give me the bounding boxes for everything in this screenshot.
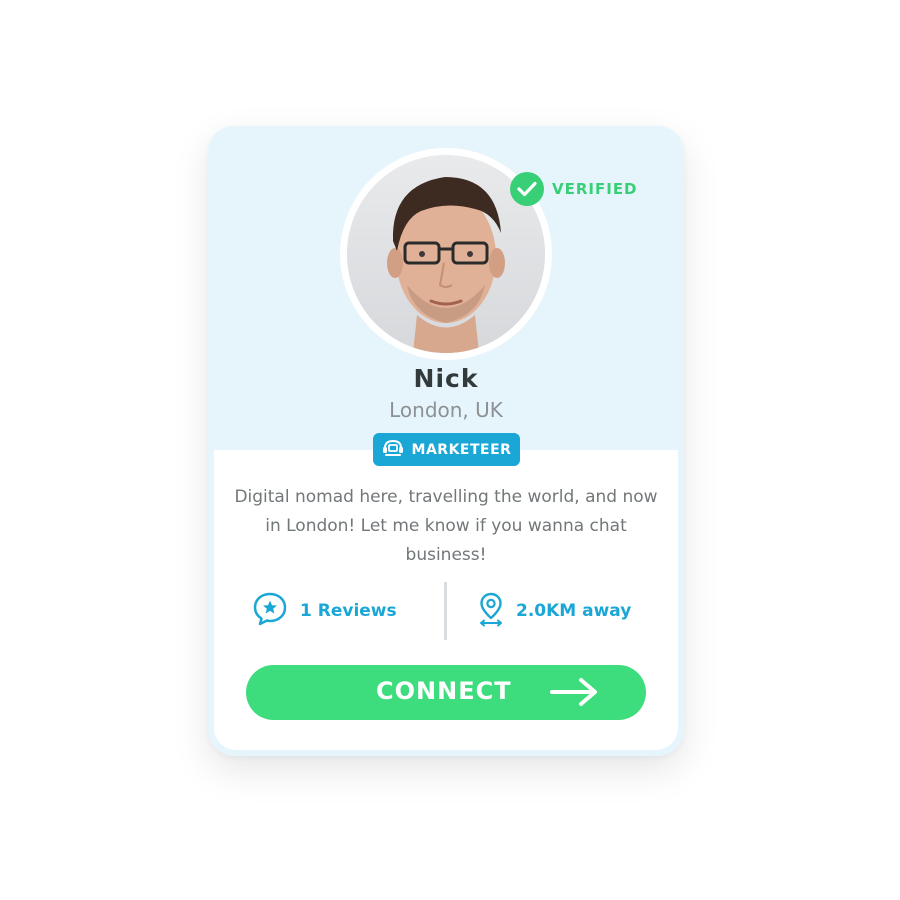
verified-badge: VERIFIED (510, 172, 638, 206)
profile-bio: Digital nomad here, travelling the world… (234, 487, 658, 565)
role-badge-label: MARKETEER (411, 441, 512, 458)
marketeer-icon (382, 439, 404, 461)
reviews-stat[interactable]: 1 Reviews (252, 582, 397, 640)
profile-location: London, UK (389, 398, 503, 422)
verified-label: VERIFIED (552, 180, 638, 198)
connect-button[interactable]: CONNECT (246, 665, 646, 720)
check-circle-icon (510, 172, 544, 206)
stats-row: 1 Reviews 2.0KM away (208, 582, 684, 640)
location-pin-icon (478, 591, 504, 632)
stats-divider (444, 582, 447, 640)
reviews-label: 1 Reviews (300, 601, 397, 621)
chat-star-icon (252, 591, 288, 632)
distance-stat[interactable]: 2.0KM away (478, 582, 631, 640)
distance-label: 2.0KM away (516, 601, 632, 621)
arrow-right-icon (549, 677, 599, 713)
profile-card: VERIFIED Nick London, UK MARKETEER Digit… (208, 126, 684, 756)
connect-label: CONNECT (376, 677, 512, 705)
role-badge: MARKETEER (373, 433, 520, 466)
profile-name: Nick (413, 364, 479, 393)
